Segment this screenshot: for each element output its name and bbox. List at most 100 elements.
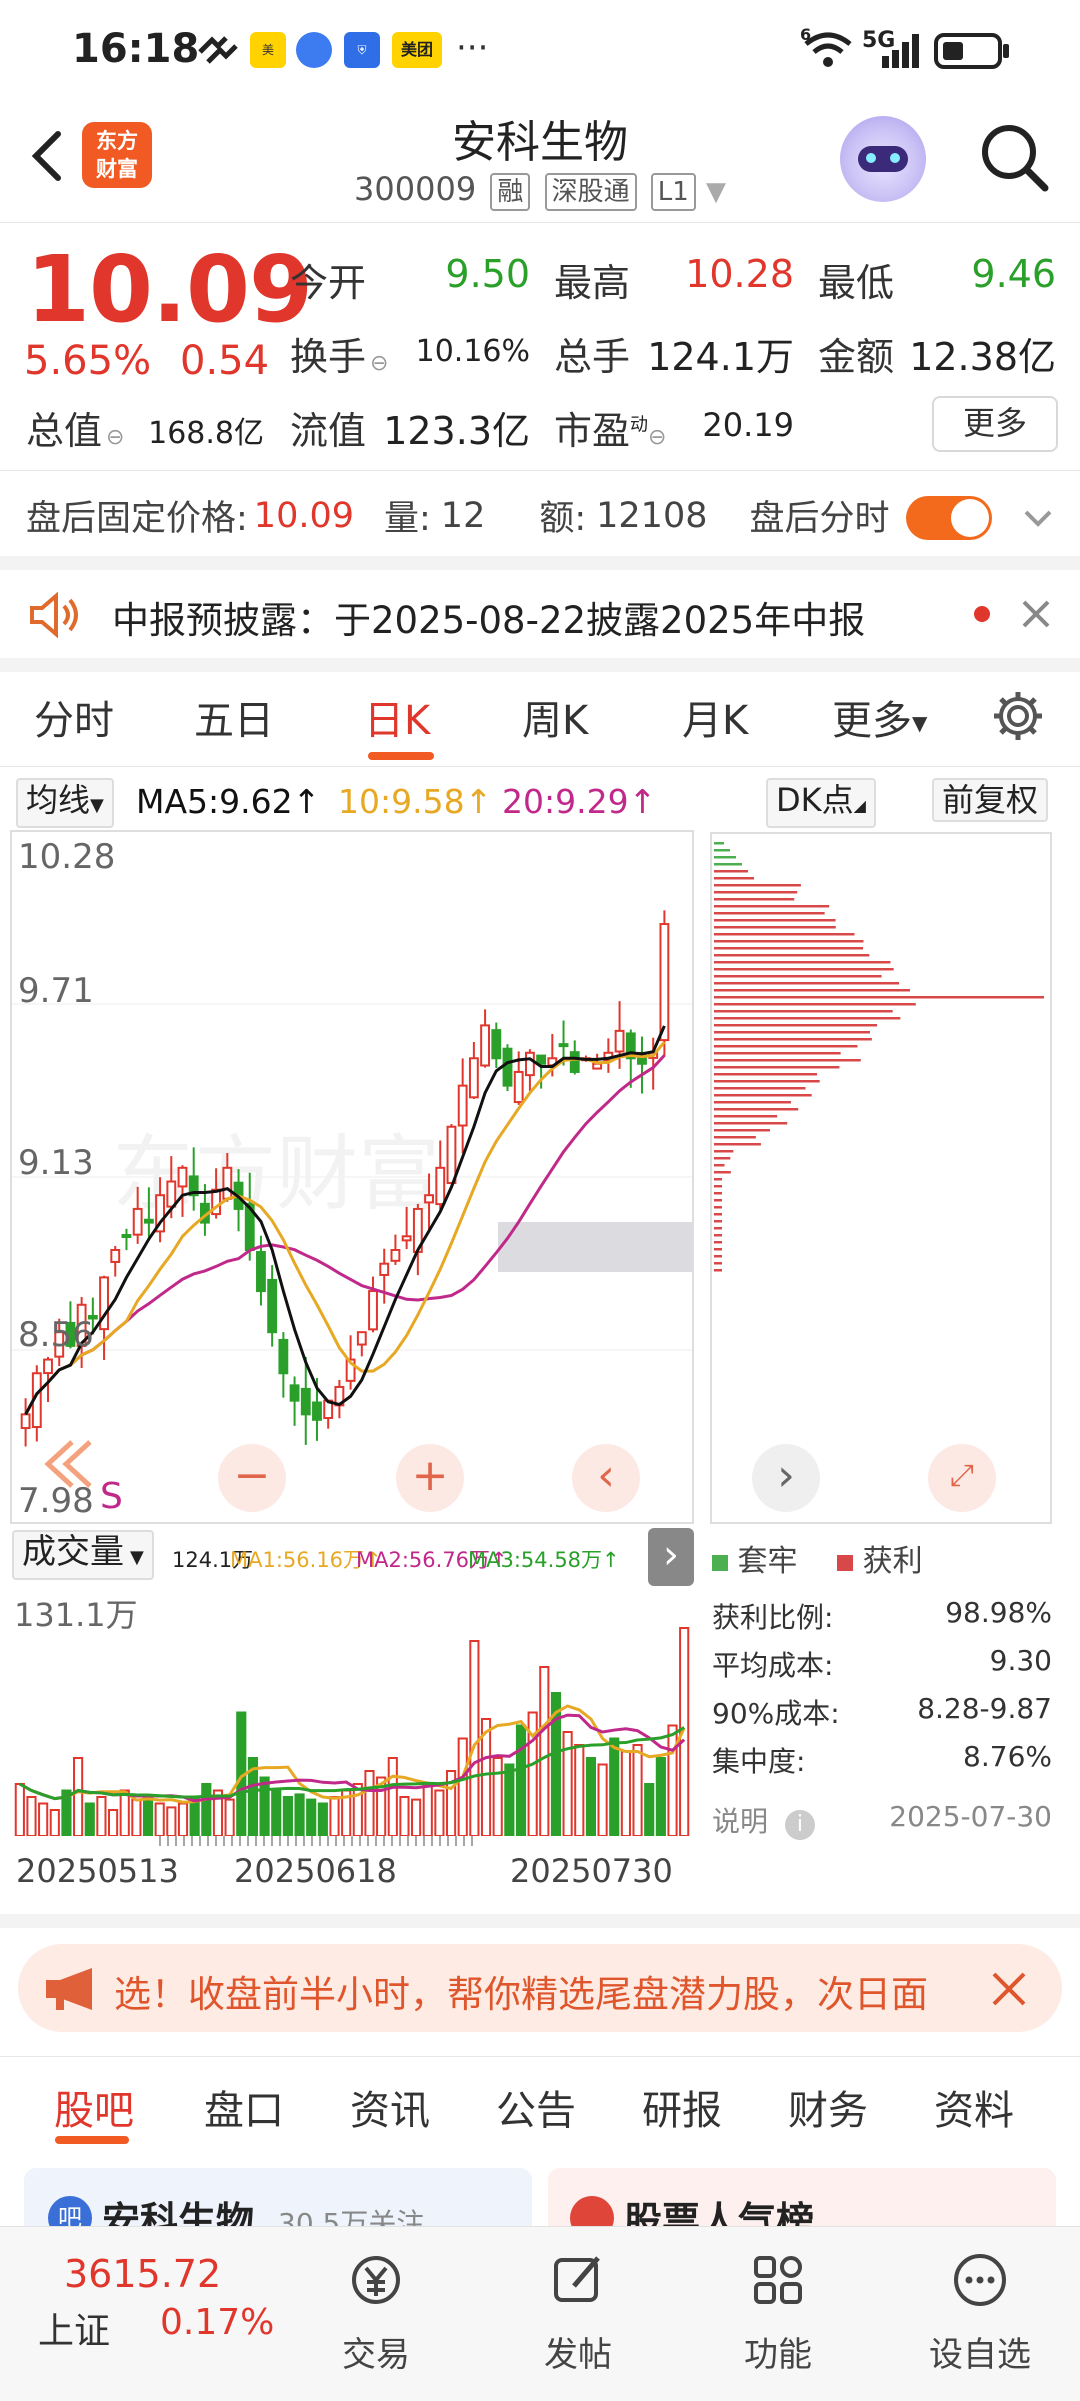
candle-body [278, 1338, 289, 1375]
candle-body [524, 1051, 535, 1077]
volume-expand-arrow[interactable]: › [648, 1528, 694, 1586]
expand-icon[interactable]: ⤢ [928, 1444, 996, 1512]
tab-weekly-k[interactable]: 周K [522, 688, 588, 746]
indicator-type-select[interactable]: 均线▼ [16, 778, 114, 828]
tab-daily-k[interactable]: 日K [364, 688, 430, 746]
edit-post-icon [554, 2256, 600, 2302]
chip-bar [714, 1143, 761, 1146]
volume-indicator-select[interactable]: 成交量 ▼ [12, 1530, 154, 1580]
tab-monthly-k[interactable]: 月K [682, 688, 748, 746]
unread-dot [974, 606, 990, 622]
candle-body [480, 1024, 491, 1067]
nav-post[interactable]: 发帖 [508, 2250, 648, 2376]
chip-bar [714, 1024, 878, 1027]
nav-trade[interactable]: 交易 [306, 2250, 446, 2376]
candle-body [43, 1358, 53, 1375]
status-more-icon: ··· [456, 28, 489, 68]
chevron-down-icon[interactable] [1020, 504, 1056, 534]
index-change[interactable]: 0.17% [160, 2302, 274, 2343]
volume-bar [364, 1770, 375, 1836]
zoom-in-button[interactable]: + [396, 1444, 464, 1512]
kline-chart[interactable]: 东方财富 10.28 9.71 9.13 8.56 7.98 S [12, 832, 692, 1522]
tag-margin: 融 [490, 173, 531, 211]
tab-intraday[interactable]: 分时 [34, 688, 114, 746]
after-hours-toggle[interactable] [906, 496, 992, 540]
search-icon[interactable] [975, 118, 1055, 198]
candle-body [491, 1029, 502, 1060]
volume-bar [96, 1796, 107, 1836]
scroll-left-double-icon[interactable] [44, 1440, 92, 1488]
volume-bar [457, 1737, 468, 1836]
chip-note-row[interactable]: 说明 i 2025-07-30 [712, 1800, 1052, 1840]
turnover-field: 换手 ⊖ 10.16% [290, 334, 530, 379]
index-name[interactable]: 上证 [38, 2302, 110, 2354]
chip-bar [714, 1010, 893, 1013]
adjust-price-button[interactable]: 前复权 [932, 778, 1049, 822]
index-value[interactable]: 3615.72 [64, 2252, 221, 2296]
tab-pankou[interactable]: 盘口 [204, 2078, 284, 2136]
candle-body [289, 1384, 300, 1402]
candle-body [513, 1070, 524, 1104]
price-axis-3: 9.13 [18, 1143, 94, 1183]
nav-add-watchlist[interactable]: 设自选 [910, 2250, 1050, 2376]
notice-bar[interactable]: 中报预披露：于2025-08-22披露2025年中报 [0, 584, 1080, 646]
volume-bar [49, 1809, 60, 1836]
tab-five-day[interactable]: 五日 [194, 688, 274, 746]
close-banner-icon[interactable] [988, 1968, 1030, 2010]
chip-concentration: 集中度: 8.76% [712, 1740, 1052, 1778]
chip-bar [714, 1255, 722, 1258]
chip-distribution-chart [714, 842, 1044, 1272]
nav-functions[interactable]: 功能 [708, 2250, 848, 2376]
candle-body [166, 1180, 177, 1208]
volume-bar [574, 1744, 585, 1836]
candle-body [614, 1029, 625, 1053]
tab-more[interactable]: 更多▼ [832, 688, 927, 746]
candle-body [502, 1047, 513, 1087]
chip-bar [714, 1073, 818, 1076]
volume-bar [166, 1806, 177, 1836]
dk-point-button[interactable]: DK点◢ [766, 778, 876, 828]
promo-banner[interactable]: 选！收盘前半小时，帮你精选尾盘潜力股，次日面 [18, 1944, 1062, 2032]
chip-bar [714, 1129, 770, 1132]
after-hours-price: 10.09 [253, 495, 354, 536]
battery-icon [934, 33, 1009, 69]
date-label-3: 20250730 [510, 1852, 673, 1890]
chip-bar [714, 898, 795, 901]
price-axis-bottom: 7.98 [18, 1481, 94, 1521]
chip-bar [714, 968, 894, 971]
volume-bar [515, 1724, 527, 1836]
zoom-out-button[interactable]: − [218, 1444, 286, 1512]
volume-bar [387, 1757, 398, 1836]
volume-field: 总手 124.1万 [554, 335, 794, 379]
chip-bar [714, 842, 724, 845]
volume-bar [667, 1724, 678, 1836]
chip-bar [714, 954, 870, 957]
change-percent: 5.65% [24, 338, 152, 384]
volume-chart: 131.1万 [14, 1596, 690, 1836]
candle-body [312, 1401, 322, 1421]
tab-announcement[interactable]: 公告 [496, 2078, 576, 2136]
tab-guba[interactable]: 股吧 [54, 2078, 134, 2136]
tab-profile[interactable]: 资料 [934, 2078, 1014, 2136]
chip-bar [714, 1178, 722, 1181]
step-right-button[interactable]: › [752, 1444, 820, 1512]
settings-gear-icon[interactable] [990, 688, 1046, 744]
chip-bar [714, 856, 736, 859]
volume-bar [329, 1796, 340, 1836]
megaphone-icon [46, 1968, 92, 2010]
volume-bar [306, 1798, 317, 1836]
step-left-button[interactable]: ‹ [572, 1444, 640, 1512]
chip-bar [714, 1115, 778, 1118]
more-quote-button[interactable]: 更多 [932, 396, 1058, 452]
after-hours-intraday-label: 盘后分时 [749, 499, 890, 539]
close-icon[interactable] [1018, 596, 1054, 632]
stock-code: 300009 [354, 170, 477, 208]
chip-bar [714, 1045, 858, 1048]
tab-news[interactable]: 资讯 [350, 2078, 430, 2136]
status-time: 16:18 [72, 26, 200, 72]
robot-assistant-icon[interactable] [840, 116, 926, 202]
chip-bar [714, 1185, 722, 1188]
change-amount: 0.54 [180, 338, 270, 384]
tab-research[interactable]: 研报 [642, 2078, 722, 2136]
tab-finance[interactable]: 财务 [788, 2078, 868, 2136]
